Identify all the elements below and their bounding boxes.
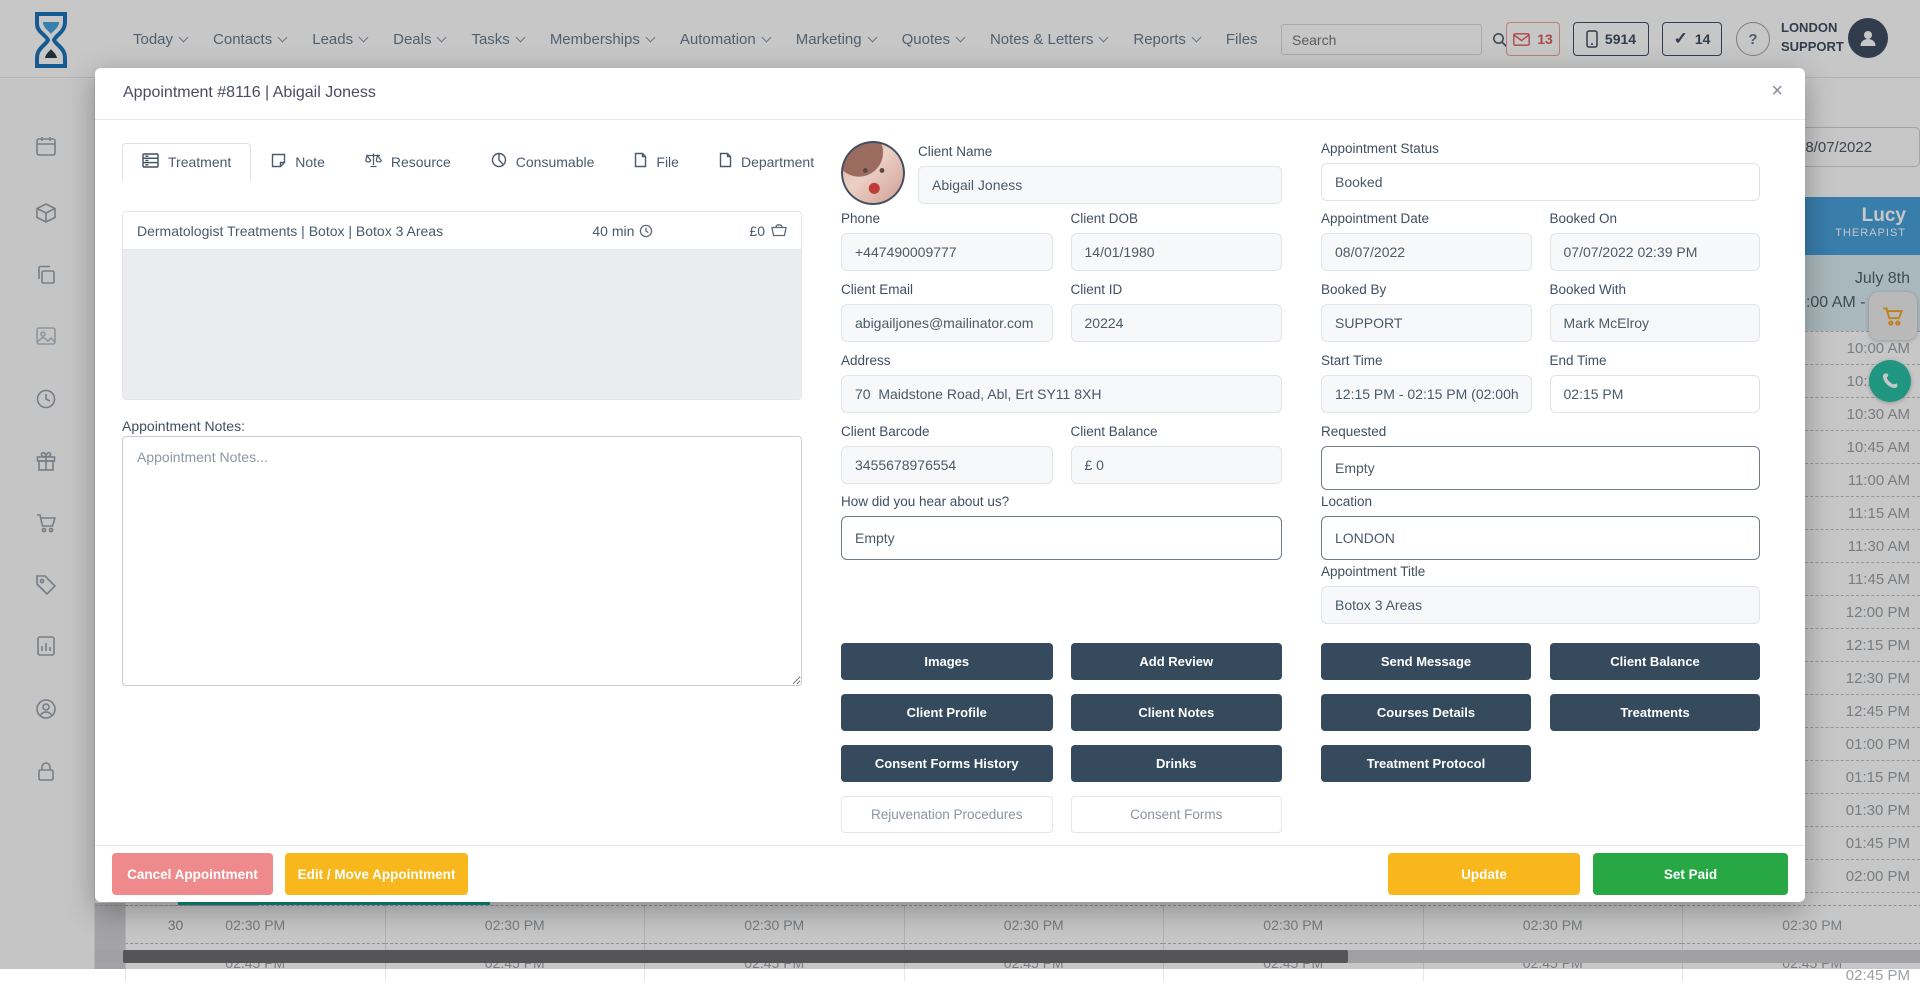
booked-with-input[interactable]: [1550, 304, 1761, 342]
client-photo[interactable]: [841, 141, 905, 205]
appointment-status-input[interactable]: [1321, 163, 1760, 201]
action-button[interactable]: Client Notes: [1071, 694, 1283, 731]
appointment-notes-textarea[interactable]: [122, 436, 802, 686]
client-id-input[interactable]: [1071, 304, 1283, 342]
appointment-notes-label: Appointment Notes:: [122, 418, 245, 434]
treatment-duration: 40 min: [592, 223, 653, 239]
note-icon: [271, 153, 286, 171]
tab-consumable[interactable]: Consumable: [471, 143, 615, 180]
file-icon: [634, 152, 647, 171]
action-button[interactable]: Send Message: [1321, 643, 1531, 680]
client-dob-input[interactable]: [1071, 233, 1283, 271]
client-barcode-input[interactable]: [841, 446, 1053, 484]
modal-title: Appointment #8116 | Abigail Joness: [123, 84, 376, 102]
modal-tabs: Treatment Note Resource Consumable File …: [122, 143, 834, 180]
action-button-light[interactable]: Rejuvenation Procedures: [841, 796, 1053, 833]
clock-icon: [639, 224, 653, 238]
set-paid-button[interactable]: Set Paid: [1593, 853, 1788, 895]
tab-resource[interactable]: Resource: [345, 143, 471, 180]
edit-move-appointment-button[interactable]: Edit / Move Appointment: [285, 853, 468, 895]
action-button[interactable]: Treatments: [1550, 694, 1760, 731]
action-buttons-left: Images Add Review Client Profile Client Not…: [841, 643, 1282, 782]
hear-about-select[interactable]: [841, 516, 1282, 560]
basket-icon[interactable]: [771, 224, 787, 237]
action-button[interactable]: Drinks: [1071, 745, 1283, 782]
start-time-input[interactable]: [1321, 375, 1532, 413]
modal-footer: Cancel Appointment Edit / Move Appointme…: [95, 845, 1805, 902]
action-button[interactable]: Courses Details: [1321, 694, 1531, 731]
hear-about-field: How did you hear about us?: [841, 494, 1282, 560]
end-time-field: End Time: [1550, 353, 1761, 413]
treatment-list-empty-area: [123, 250, 801, 400]
action-button[interactable]: Treatment Protocol: [1321, 745, 1531, 782]
booked-by-field: Booked By: [1321, 282, 1532, 342]
address-field: Address: [841, 353, 1282, 413]
modal-header: Appointment #8116 | Abigail Joness ×: [95, 68, 1805, 120]
action-button[interactable]: Client Balance: [1550, 643, 1760, 680]
booked-on-input[interactable]: [1550, 233, 1761, 271]
action-button-light[interactable]: Consent Forms: [1071, 796, 1283, 833]
end-time-input[interactable]: [1550, 375, 1761, 413]
start-time-field: Start Time: [1321, 353, 1532, 413]
booked-by-input[interactable]: [1321, 304, 1532, 342]
requested-select[interactable]: [1321, 446, 1760, 490]
phone-field: Phone: [841, 211, 1053, 271]
location-field: Location: [1321, 494, 1760, 560]
treatment-icon: [142, 153, 159, 171]
location-select[interactable]: [1321, 516, 1760, 560]
appointment-title-field: Appointment Title: [1321, 564, 1760, 624]
client-dob-field: Client DOB: [1071, 211, 1283, 271]
update-button[interactable]: Update: [1388, 853, 1580, 895]
tab-treatment[interactable]: Treatment: [122, 143, 251, 180]
address-input[interactable]: [841, 375, 1282, 413]
document-icon: [719, 152, 732, 171]
treatment-price: £0: [749, 223, 787, 239]
action-button[interactable]: Images: [841, 643, 1053, 680]
client-barcode-field: Client Barcode: [841, 424, 1053, 484]
booked-with-field: Booked With: [1550, 282, 1761, 342]
booked-on-field: Booked On: [1550, 211, 1761, 271]
client-balance-field: Client Balance: [1071, 424, 1283, 484]
action-button[interactable]: Add Review: [1071, 643, 1283, 680]
treatment-row[interactable]: Dermatologist Treatments | Botox | Botox…: [123, 212, 801, 250]
action-button[interactable]: Consent Forms History: [841, 745, 1053, 782]
phone-input[interactable]: [841, 233, 1053, 271]
action-buttons-left-light: Rejuvenation Procedures Consent Forms: [841, 796, 1282, 833]
tab-file[interactable]: File: [614, 143, 699, 180]
tab-department[interactable]: Department: [699, 143, 834, 180]
tab-note[interactable]: Note: [251, 143, 345, 180]
client-email-field: Client Email: [841, 282, 1053, 342]
appointment-status-field: Appointment Status: [1321, 141, 1760, 201]
appointment-date-input[interactable]: [1321, 233, 1532, 271]
close-icon[interactable]: ×: [1771, 80, 1783, 103]
pie-chart-icon: [491, 152, 507, 171]
client-name-field: Client Name: [918, 144, 1282, 204]
treatment-list-panel: Dermatologist Treatments | Botox | Botox…: [122, 211, 802, 400]
appointment-date-field: Appointment Date: [1321, 211, 1532, 271]
appointment-modal: Appointment #8116 | Abigail Joness × Tre…: [95, 68, 1805, 902]
client-name-input[interactable]: [918, 166, 1282, 204]
requested-field: Requested: [1321, 424, 1760, 490]
action-buttons-right: Send Message Client Balance Courses Detail…: [1321, 643, 1760, 782]
client-id-field: Client ID: [1071, 282, 1283, 342]
action-button[interactable]: Client Profile: [841, 694, 1053, 731]
appointment-title-input[interactable]: [1321, 586, 1760, 624]
client-balance-input[interactable]: [1071, 446, 1283, 484]
treatment-name: Dermatologist Treatments | Botox | Botox…: [137, 223, 592, 239]
client-email-input[interactable]: [841, 304, 1053, 342]
scales-icon: [365, 152, 382, 171]
cancel-appointment-button[interactable]: Cancel Appointment: [112, 853, 273, 895]
